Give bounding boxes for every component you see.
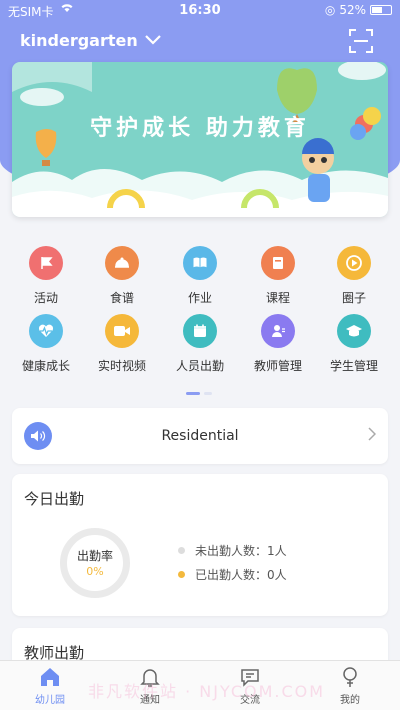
present-dot xyxy=(178,571,185,578)
grid-item-label: 课程 xyxy=(265,291,290,305)
watermark: 非凡软件站 · NJYCOM.COM xyxy=(88,682,326,701)
battery-icon xyxy=(370,5,392,15)
grid-item-label: 学生管理 xyxy=(329,359,378,373)
absent-dot xyxy=(178,547,185,554)
notice-bar[interactable]: Residential xyxy=(12,408,388,464)
grid-item-video[interactable]: 实时视频 xyxy=(90,314,154,374)
banner-slogan: 守护成长 助力教育 xyxy=(90,116,310,141)
orientation-lock-icon: ◎ xyxy=(324,3,336,17)
absent-legend: 未出勤人数：1人 xyxy=(178,542,287,559)
grid-item-recipe[interactable]: 食谱 xyxy=(90,246,154,306)
calendar-icon xyxy=(183,314,217,348)
grid-item-label: 活动 xyxy=(33,291,58,305)
scan-icon[interactable] xyxy=(348,28,374,54)
profile-icon xyxy=(338,665,362,689)
chevron-down-icon xyxy=(144,31,162,50)
chevron-right-icon xyxy=(368,426,377,445)
grid-item-label: 圈子 xyxy=(341,291,366,305)
attendance-rate-ring: 出勤率 0% xyxy=(60,528,130,598)
grid-item-label: 食谱 xyxy=(109,291,134,305)
grid-item-homework[interactable]: 作业 xyxy=(168,246,232,306)
present-legend: 已出勤人数：0人 xyxy=(178,566,287,583)
grid-item-label: 实时视频 xyxy=(97,359,146,373)
dish-icon xyxy=(105,246,139,280)
page-indicator xyxy=(186,392,212,395)
heartbeat-icon xyxy=(29,314,63,348)
attendance-card: 今日出勤 出勤率 0% 未出勤人数：1人 已出勤人数：0人 xyxy=(12,474,388,616)
grid-item-label: 教师管理 xyxy=(253,359,302,373)
grid-item-activity[interactable]: 活动 xyxy=(14,246,78,306)
tab-kindergarten[interactable]: 幼儿园 xyxy=(10,665,90,706)
grid-item-student-management[interactable]: 学生管理 xyxy=(322,314,386,374)
attendance-rate-value: 0% xyxy=(86,565,104,578)
grid-item-course[interactable]: 课程 xyxy=(246,246,310,306)
home-icon xyxy=(38,665,62,689)
graduation-cap-icon xyxy=(337,314,371,348)
school-name: kindergarten xyxy=(20,31,138,50)
grid-item-staff-attendance[interactable]: 人员出勤 xyxy=(168,314,232,374)
grid-item-circle[interactable]: 圈子 xyxy=(322,246,386,306)
grid-item-label: 健康成长 xyxy=(21,359,70,373)
status-bar: 无SIM卡 16:30 ◎ 52% xyxy=(0,0,400,22)
play-icon xyxy=(337,246,371,280)
school-selector[interactable]: kindergarten xyxy=(20,31,162,50)
teacher-icon xyxy=(261,314,295,348)
flag-icon xyxy=(29,246,63,280)
tab-label: 幼儿园 xyxy=(35,695,65,706)
battery-percent: 52% xyxy=(339,3,366,17)
page-dot xyxy=(204,392,212,395)
attendance-rate-label: 出勤率 xyxy=(76,549,113,563)
course-icon xyxy=(261,246,295,280)
grid-item-health[interactable]: 健康成长 xyxy=(14,314,78,374)
grid-item-teacher-management[interactable]: 教师管理 xyxy=(246,314,310,374)
absent-count: 未出勤人数：1人 xyxy=(195,544,287,558)
status-right: ◎ 52% xyxy=(325,3,392,17)
video-icon xyxy=(105,314,139,348)
grid-item-label: 人员出勤 xyxy=(175,359,224,373)
book-icon xyxy=(183,246,217,280)
present-count: 已出勤人数：0人 xyxy=(195,568,287,582)
top-nav: kindergarten xyxy=(0,22,400,62)
page-dot-active xyxy=(186,392,200,395)
notice-text: Residential xyxy=(161,428,239,444)
grid-item-label: 作业 xyxy=(187,291,212,305)
attendance-title: 今日出勤 xyxy=(24,490,85,508)
banner[interactable]: 守护成长 助力教育 xyxy=(12,62,388,217)
